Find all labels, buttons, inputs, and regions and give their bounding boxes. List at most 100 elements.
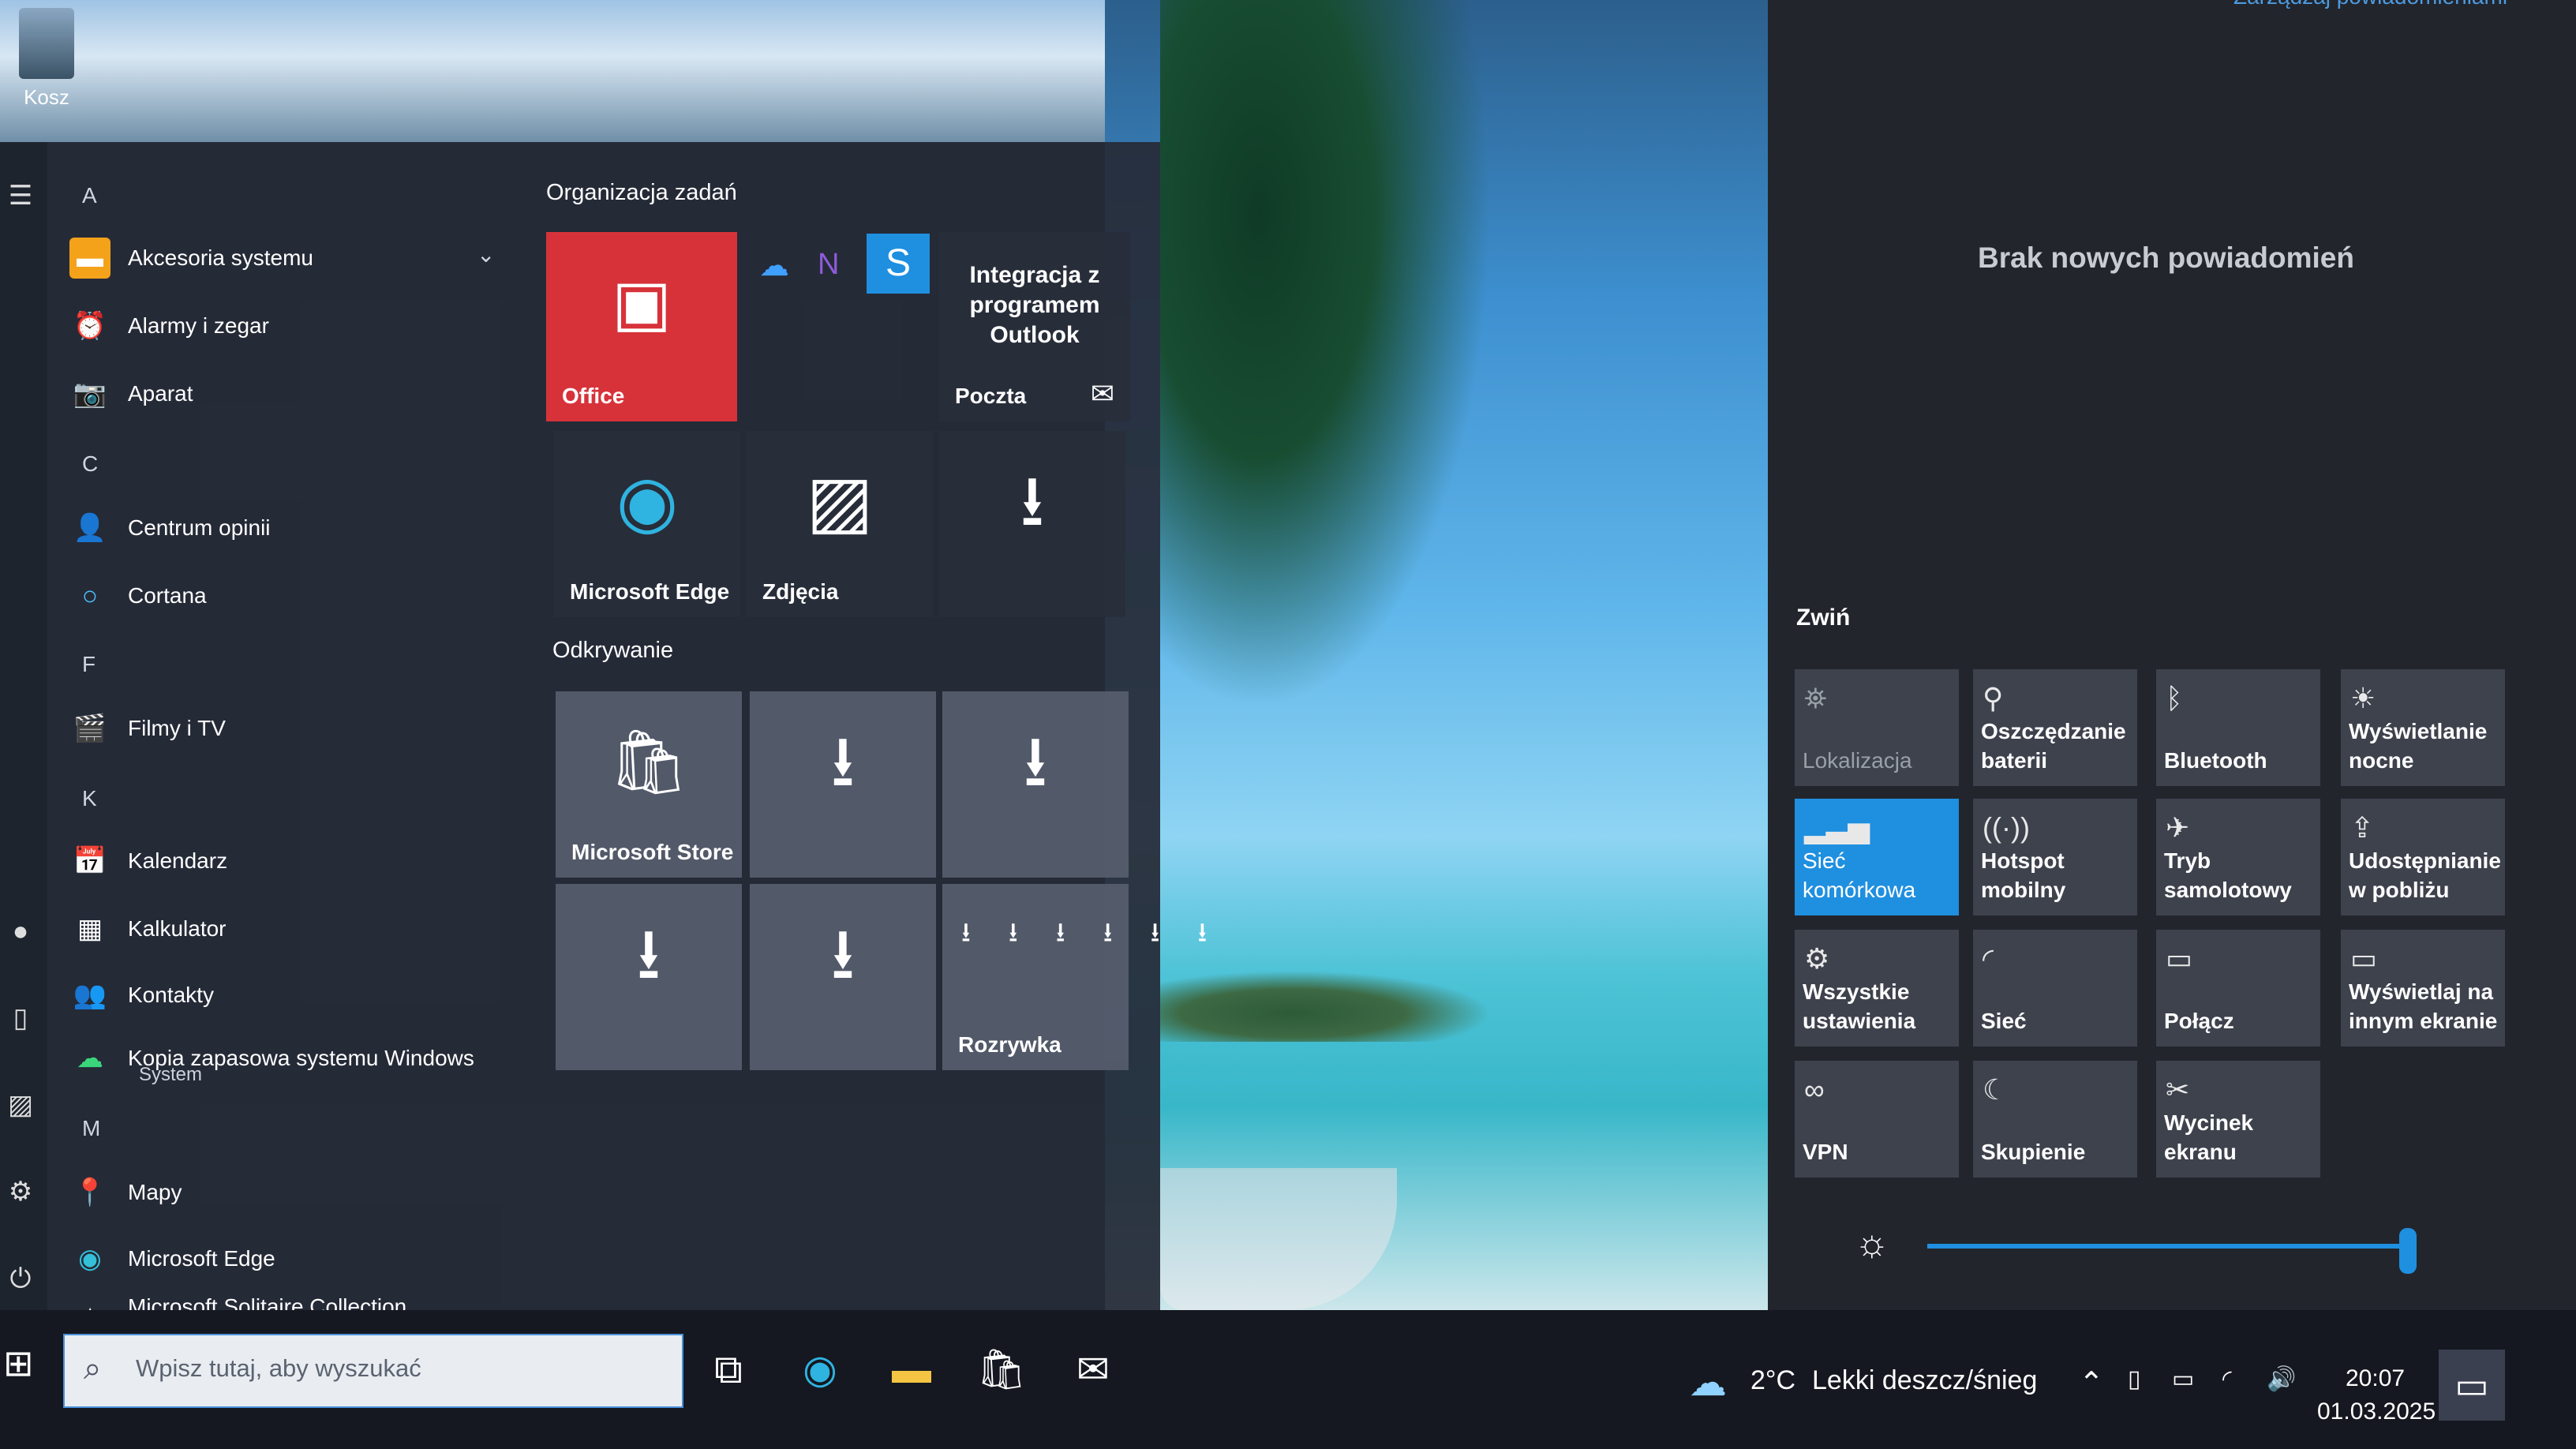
airplane-icon: ✈ [2166,811,2190,844]
notification-center-icon[interactable]: ▭ [2439,1350,2505,1421]
pictures-icon[interactable]: ▨ [5,1089,36,1121]
wallpaper-island [1160,971,1492,1042]
film-icon: 🎬 [73,713,107,743]
battery-icon[interactable]: ▭ [2172,1365,2194,1393]
no-notifications-text: Brak nowych powiadomień [1978,242,2354,274]
device-icon[interactable]: ▯ [2128,1365,2141,1393]
quick-action-siec-komorkowa[interactable]: ▂▃▅ Sieć komórkowa [1795,799,1959,915]
group-title-organizacja[interactable]: Organizacja zadań [546,180,737,206]
settings-icon: ⚙ [1804,942,1830,975]
search-box[interactable]: ⌕ Wpisz tutaj, aby wyszukać [63,1334,683,1408]
skype-icon: S [867,234,930,294]
taskbar-file-explorer-icon[interactable]: ▬ [884,1342,939,1397]
brightness-slider-thumb[interactable] [2399,1228,2417,1274]
focus-icon: ☾ [1983,1073,2009,1106]
show-hidden-icons-chevron-icon[interactable]: ⌃ [2079,1365,2104,1401]
start-windows-icon[interactable]: ⊞ [3,1342,34,1384]
quick-action-wyswietlaj-na-innym-ekranie[interactable]: ▭ Wyświetlaj na innym ekranie [2341,930,2505,1046]
taskbar-store-icon[interactable]: 🛍 [974,1342,1029,1397]
nearby-share-icon: ⇪ [2350,811,2375,844]
documents-icon[interactable]: ▯ [5,1002,36,1034]
download-arrow-icon: ⭳ [830,915,856,994]
tile-download-2[interactable]: ⭳ [750,691,936,878]
feedback-icon: 👤 [73,513,107,543]
quick-action-bluetooth[interactable]: ᛒ Bluetooth [2156,669,2320,786]
tile-microsoft-store[interactable]: 🛍 Microsoft Store [556,691,742,878]
vpn-icon: ∞ [1804,1073,1825,1106]
quick-action-lokalizacja[interactable]: ⛯ Lokalizacja [1795,669,1959,786]
app-cortana[interactable]: ○ Cortana [69,568,207,623]
clock-date[interactable]: 01.03.2025 [2317,1398,2436,1425]
edge-icon: ◉ [78,1244,102,1274]
tile-microsoft-edge[interactable]: ◉ Microsoft Edge [554,431,740,617]
app-alarmy-i-zegar[interactable]: ⏰ Alarmy i zegar [69,298,269,354]
tile-poczta[interactable]: Integracja z programem Outlook Poczta ✉ [939,232,1130,421]
group-title-odkrywanie[interactable]: Odkrywanie [552,638,673,664]
bluetooth-icon: ᛒ [2166,682,2183,714]
quick-action-vpn[interactable]: ∞ VPN [1795,1061,1959,1178]
app-kalkulator[interactable]: ▦ Kalkulator [69,901,227,957]
app-kontakty[interactable]: 👥 Kontakty [69,968,214,1023]
quick-action-tryb-samolotowy[interactable]: ✈ Tryb samolotowy [2156,799,2320,915]
connect-icon: ▭ [2166,942,2193,975]
user-avatar-icon[interactable]: ● [5,915,36,947]
app-aparat[interactable]: 📷 Aparat [69,366,193,421]
app-akcesoria-systemu[interactable]: ▬ Akcesoria systemu [69,230,313,286]
section-letter-a[interactable]: A [82,183,97,208]
backup-icon: ☁ [77,1043,103,1073]
tile-download-4[interactable]: ⭳ [556,884,742,1070]
quick-action-hotspot-mobilny[interactable]: ((·)) Hotspot mobilny [1973,799,2137,915]
wifi-icon[interactable]: ◜ [2222,1365,2232,1393]
clock-time[interactable]: 20:07 [2346,1365,2405,1392]
recycle-bin-desktop-icon[interactable]: Kosz [11,8,82,110]
weather-temp[interactable]: 2°C [1750,1365,1795,1396]
collapse-link[interactable]: Zwiń [1796,605,1850,631]
app-centrum-opinii[interactable]: 👤 Centrum opinii [69,500,271,556]
weather-desc[interactable]: Lekki deszcz/śnieg [1812,1365,2037,1396]
project-icon: ▭ [2350,942,2378,975]
camera-icon: 📷 [73,379,107,409]
tile-rozrywka[interactable]: ⭳⭳⭳⭳⭳⭳ Rozrywka [942,884,1207,1070]
taskbar-mail-icon[interactable]: ✉ [1065,1342,1121,1397]
tile-zdjecia[interactable]: ▨ Zdjęcia [747,431,933,617]
chevron-down-icon[interactable]: ⌄ [477,242,495,268]
quick-action-wszystkie-ustawienia[interactable]: ⚙ Wszystkie ustawienia [1795,930,1959,1046]
tile-download-5[interactable]: ⭳ [750,884,936,1070]
tile-folder-mini-apps[interactable]: ☁ N S [751,232,930,319]
mail-icon: ✉ [1090,377,1114,410]
quick-action-oszczedzanie-baterii[interactable]: ⚲ Oszczędzanie baterii [1973,669,2137,786]
brightness-slider-fill [1927,1244,2417,1249]
quick-action-wyswietlanie-nocne[interactable]: ☀ Wyświetlanie nocne [2341,669,2505,786]
section-letter-m[interactable]: M [82,1116,100,1141]
quick-action-siec[interactable]: ◜ Sieć [1973,930,2137,1046]
tile-download-3[interactable]: ⭳ [942,691,1129,878]
task-view-icon[interactable]: ⧉ [701,1342,756,1397]
brightness-slider-track[interactable] [1927,1244,2417,1249]
section-letter-f[interactable]: F [82,652,95,677]
search-placeholder: Wpisz tutaj, aby wyszukać [136,1354,421,1382]
app-mapy[interactable]: 📍 Mapy [69,1165,182,1220]
app-microsoft-edge[interactable]: ◉ Microsoft Edge [69,1231,275,1286]
tile-download-1[interactable]: ⭳ [939,431,1125,617]
app-kalendarz[interactable]: 📅 Kalendarz [69,833,227,889]
settings-gear-icon[interactable]: ⚙ [5,1176,36,1208]
taskbar-edge-icon[interactable]: ◉ [792,1342,848,1397]
section-letter-c[interactable]: C [82,451,98,477]
wallpaper-palm [1160,0,1492,710]
quick-action-skupienie[interactable]: ☾ Skupienie [1973,1061,2137,1178]
manage-notifications-link[interactable]: Zarządzaj powiadomieniami [2233,0,2507,9]
quick-action-wycinek-ekranu[interactable]: ✂ Wycinek ekranu [2156,1061,2320,1178]
photos-icon: ▨ [806,462,874,541]
weather-icon[interactable]: ☁ [1689,1361,1727,1405]
tile-office[interactable]: ▣ Office [546,232,737,421]
hamburger-menu-icon[interactable]: ☰ [5,180,36,212]
power-icon[interactable]: ⏻ [5,1263,36,1294]
onedrive-icon: ☁ [759,249,789,283]
calculator-icon: ▦ [77,914,103,944]
app-filmy-i-tv[interactable]: 🎬 Filmy i TV [69,701,226,756]
app-kopia-zapasowa[interactable]: ☁ Kopia zapasowa systemu Windows [69,1031,474,1086]
section-letter-k[interactable]: K [82,786,97,811]
quick-action-polacz[interactable]: ▭ Połącz [2156,930,2320,1046]
volume-icon[interactable]: 🔊 [2267,1365,2296,1393]
quick-action-udostepnianie[interactable]: ⇪ Udostępnianie w pobliżu [2341,799,2505,915]
